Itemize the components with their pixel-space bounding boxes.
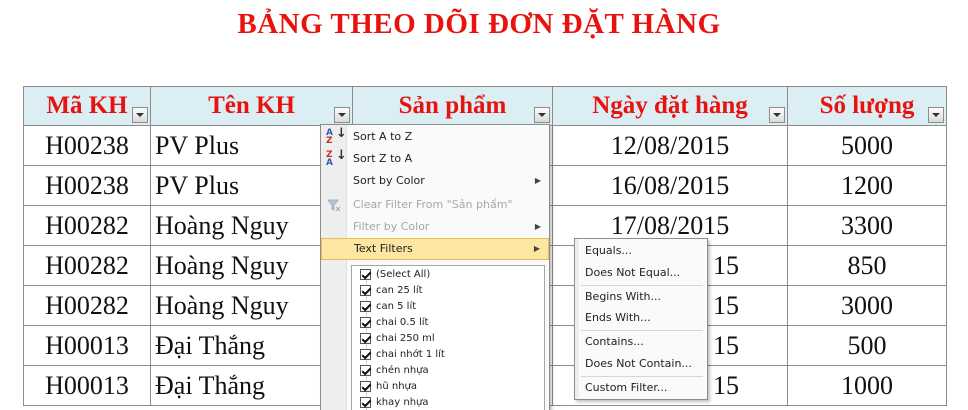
header-ngay-dat-hang[interactable]: Ngày đặt hàng [552,86,787,126]
filter-value-item[interactable]: chai 250 ml [360,331,435,347]
menu-item-sort-by-color[interactable]: Sort by Color ▶ [321,170,549,192]
cell-so-luong[interactable]: 3000 [787,286,947,326]
cell-ma-kh[interactable]: H00282 [23,286,150,326]
menu-item-clear-filter[interactable]: Clear Filter From "Sản phẩm" [321,194,549,216]
sheet-title: BẢNG THEO DÕI ĐƠN ĐẶT HÀNG [237,8,721,40]
text-filters-submenu: Equals... Does Not Equal... Begins With.… [574,238,708,400]
cell-so-luong[interactable]: 850 [787,246,947,286]
header-ma-kh[interactable]: Mã KH [23,86,150,126]
filter-value-item[interactable]: hũ nhựa [360,379,417,395]
submenu-item-ends-with[interactable]: Ends With... [585,308,651,328]
menu-item-sort-a-to-z[interactable]: A Z ↓ Sort A to Z [321,126,549,148]
autofilter-menu: A Z ↓ Sort A to Z Z A ↓ Sort Z to A Sort by … [320,124,550,410]
filter-value-item[interactable]: can 5 lít [360,299,417,315]
chevron-down-icon [773,113,781,117]
filter-value-label: (Select All) [376,269,431,280]
header-label: Ngày đặt hàng [592,92,748,119]
chevron-down-icon [932,113,940,117]
checkbox-checked-icon[interactable] [360,333,371,344]
cell-ma-kh[interactable]: H00013 [23,366,150,406]
submenu-divider [581,376,703,377]
filter-dropdown-button[interactable] [334,107,350,123]
checkbox-checked-icon[interactable] [360,317,371,328]
header-row: Mã KH Tên KH Sản phẩm Ngày đặt hàng Số l… [23,86,947,126]
filter-value-item[interactable]: (Select All) [360,267,431,283]
menu-item-sort-z-to-a[interactable]: Z A ↓ Sort Z to A [321,148,549,170]
sort-descending-icon: Z A ↓ [326,148,347,168]
checkbox-checked-icon[interactable] [360,397,371,408]
filter-value-label: can 5 lít [376,301,417,312]
submenu-item-does-not-equal[interactable]: Does Not Equal... [585,263,680,283]
cell-ngay-dat-hang[interactable]: 12/08/2015 [552,126,787,166]
filter-value-item[interactable]: chai 0.5 lít [360,315,429,331]
cell-ma-kh[interactable]: H00013 [23,326,150,366]
chevron-down-icon [136,113,144,117]
menu-item-label: Clear Filter From "Sản phẩm" [353,198,513,211]
cell-ma-kh[interactable]: H00238 [23,126,150,166]
filter-value-label: hũ nhựa [376,381,417,392]
cell-ma-kh[interactable]: H00282 [23,246,150,286]
cell-so-luong[interactable]: 5000 [787,126,947,166]
header-so-luong[interactable]: Số lượng [787,86,947,126]
menu-item-label: Filter by Color [353,220,430,233]
checkbox-checked-icon[interactable] [360,285,371,296]
filter-values-list[interactable]: (Select All) can 25 lít can 5 lít chai 0… [351,265,545,410]
checkbox-checked-icon[interactable] [360,381,371,392]
filter-value-label: chai 250 ml [376,333,435,344]
cell-ma-kh[interactable]: H00238 [23,166,150,206]
filter-value-item[interactable]: can 25 lít [360,283,423,299]
submenu-gutter [575,239,579,399]
cell-so-luong[interactable]: 1200 [787,166,947,206]
cell-ngay-dat-hang[interactable]: 16/08/2015 [552,166,787,206]
cell-so-luong[interactable]: 500 [787,326,947,366]
header-label: Tên KH [208,92,295,119]
filter-dropdown-button[interactable] [534,107,550,123]
header-label: Sản phẩm [398,92,507,119]
submenu-item-does-not-contain[interactable]: Does Not Contain... [585,354,692,374]
submenu-divider [581,330,703,331]
menu-item-text-filters[interactable]: Text Filters ▶ [321,238,549,260]
cell-ma-kh[interactable]: H00282 [23,206,150,246]
chevron-down-icon [338,113,346,117]
cell-so-luong[interactable]: 1000 [787,366,947,406]
menu-item-filter-by-color[interactable]: Filter by Color ▶ [321,216,549,238]
submenu-item-custom-filter[interactable]: Custom Filter... [585,378,667,398]
header-san-pham[interactable]: Sản phẩm [352,86,552,126]
clear-filter-icon [327,199,341,212]
checkbox-checked-icon[interactable] [360,269,371,280]
filter-dropdown-button[interactable] [132,107,148,123]
chevron-down-icon [538,113,546,117]
submenu-arrow-icon: ▶ [533,244,540,253]
menu-item-label: Text Filters [354,242,413,255]
header-label: Mã KH [46,92,128,119]
filter-value-label: khay nhựa [376,397,429,408]
filter-value-item[interactable]: khay nhựa [360,395,429,410]
filter-value-label: chén nhựa [376,365,429,376]
filter-value-item[interactable]: chai nhớt 1 lít [360,347,445,363]
submenu-divider [581,285,703,286]
header-ten-kh[interactable]: Tên KH [150,86,352,126]
submenu-item-begins-with[interactable]: Begins With... [585,287,661,307]
menu-item-label: Sort Z to A [353,152,413,165]
sort-ascending-icon: A Z ↓ [326,126,347,146]
filter-value-label: can 25 lít [376,285,423,296]
cell-so-luong[interactable]: 3300 [787,206,947,246]
submenu-arrow-icon: ▶ [534,222,541,231]
header-label: Số lượng [819,92,915,119]
filter-dropdown-button[interactable] [928,107,944,123]
filter-value-item[interactable]: chén nhựa [360,363,429,379]
filter-dropdown-button[interactable] [769,107,785,123]
submenu-arrow-icon: ▶ [534,176,541,185]
filter-value-label: chai 0.5 lít [376,317,429,328]
checkbox-checked-icon[interactable] [360,365,371,376]
checkbox-checked-icon[interactable] [360,349,371,360]
menu-item-label: Sort A to Z [353,130,413,143]
filter-value-label: chai nhớt 1 lít [376,349,445,360]
submenu-item-contains[interactable]: Contains... [585,332,644,352]
checkbox-checked-icon[interactable] [360,301,371,312]
submenu-item-equals[interactable]: Equals... [585,241,632,261]
menu-item-label: Sort by Color [353,174,425,187]
